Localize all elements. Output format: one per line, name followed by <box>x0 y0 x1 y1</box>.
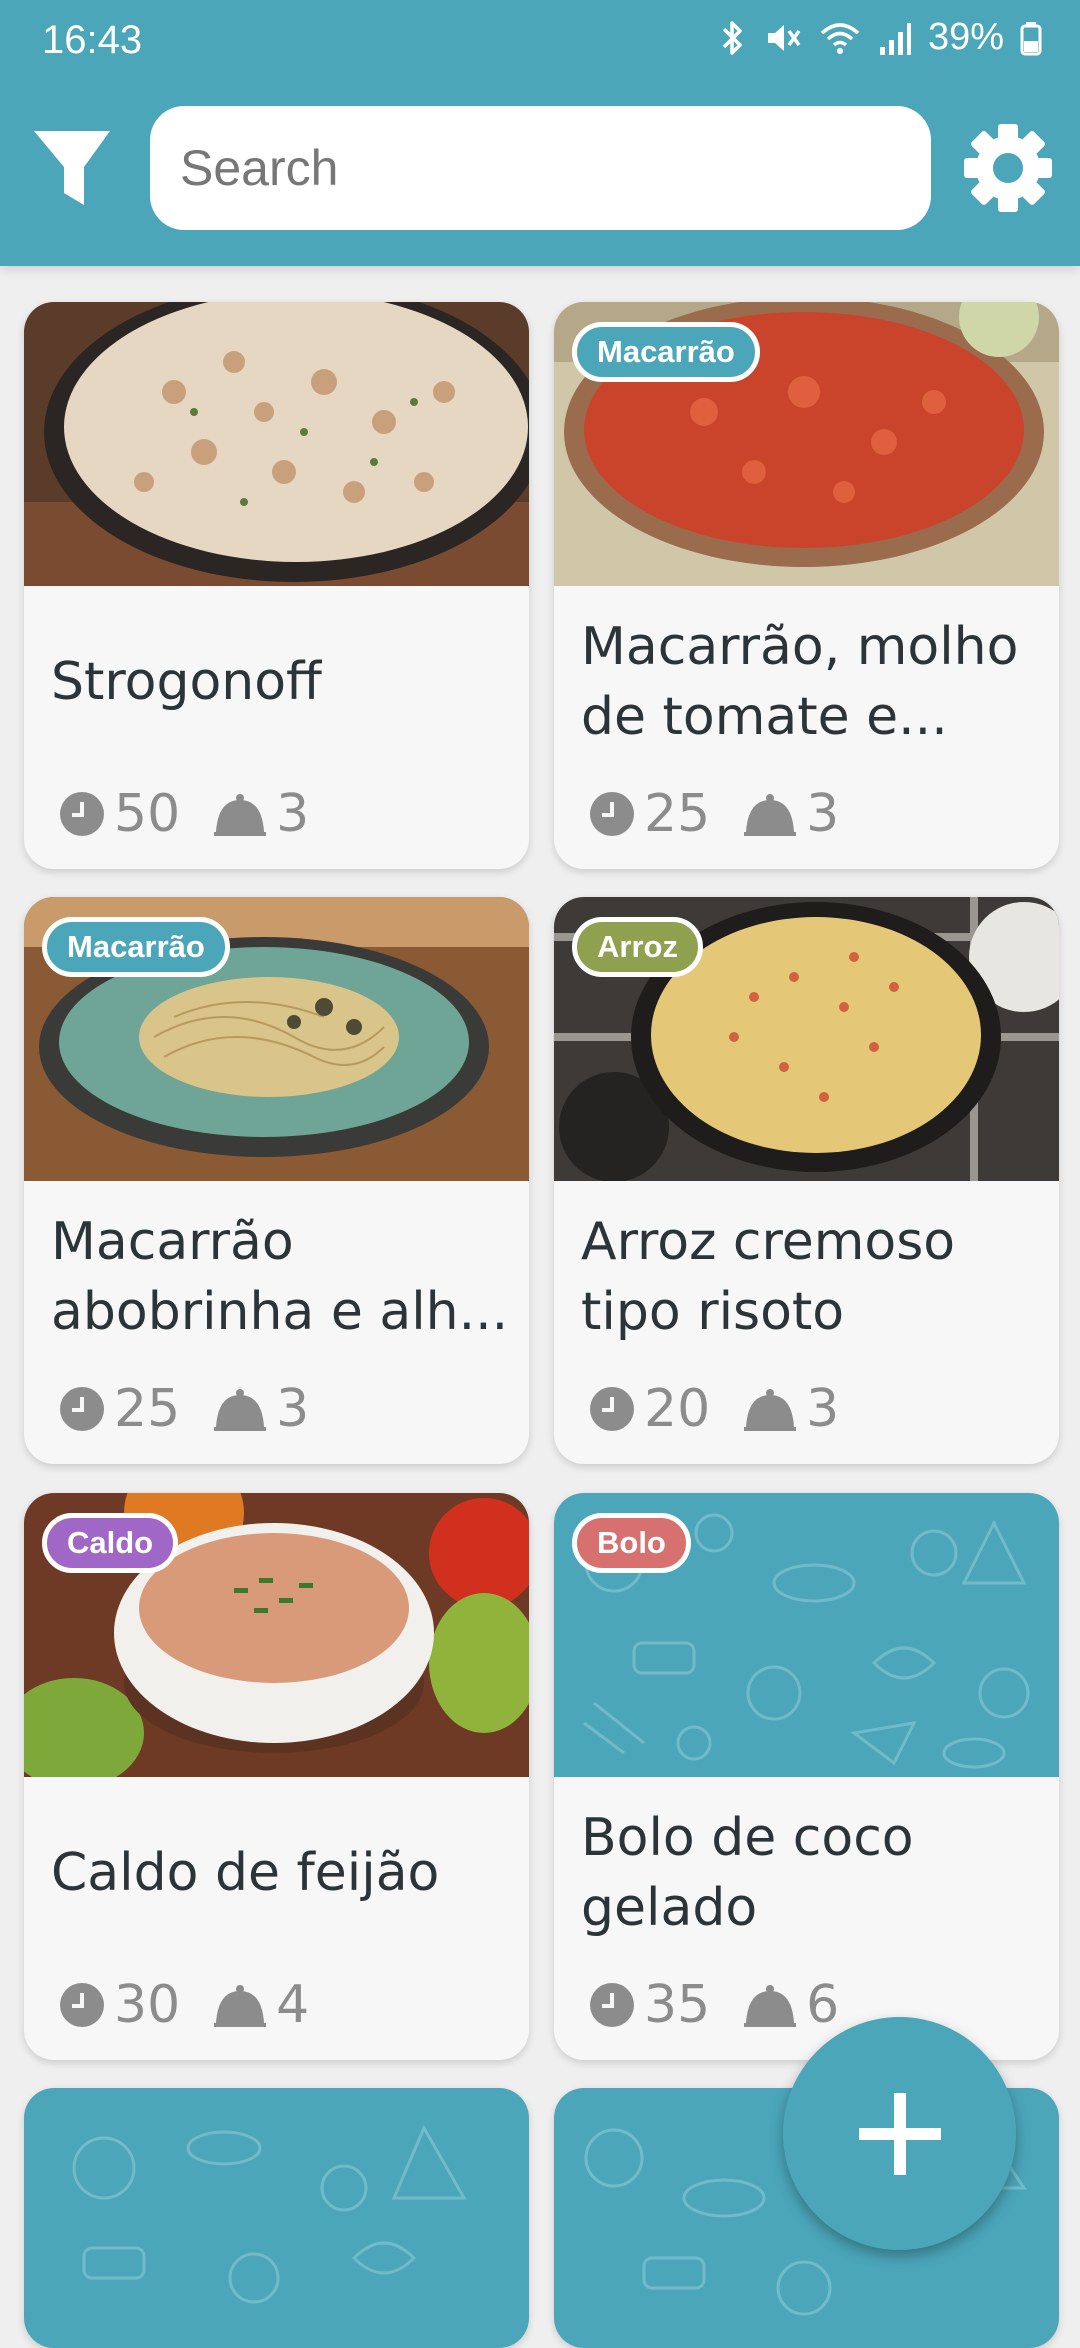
filter-icon <box>34 131 110 205</box>
recipe-servings: 3 <box>276 1379 310 1439</box>
cloche-icon <box>214 1389 267 1431</box>
recipe-title: Caldo de feijão <box>51 1843 440 1903</box>
category-badge: Bolo <box>572 1513 691 1573</box>
mute-icon <box>767 24 801 51</box>
battery-icon <box>1020 21 1042 55</box>
recipe-time: 50 <box>114 784 181 844</box>
cloche-icon <box>214 1985 267 2027</box>
recipe-time: 30 <box>114 1975 181 2035</box>
recipe-meta: 30 4 <box>58 1973 341 2037</box>
clock-icon <box>60 1983 104 2027</box>
category-badge: Macarrão <box>42 917 230 977</box>
category-badge: Caldo <box>42 1513 179 1573</box>
search-input[interactable] <box>178 138 931 198</box>
recipe-time: 20 <box>644 1379 711 1439</box>
settings-button[interactable] <box>962 122 1054 214</box>
add-recipe-button[interactable] <box>783 2017 1016 2250</box>
recipe-card[interactable]: Strogonoff 50 3 <box>24 302 529 869</box>
cloche-icon <box>744 794 797 836</box>
recipe-time: 35 <box>644 1975 711 2035</box>
gear-icon <box>964 124 1052 212</box>
recipe-title: Macarrão abobrinha e alh... <box>51 1212 509 1342</box>
recipe-title: Strogonoff <box>51 652 322 712</box>
recipe-meta: 25 3 <box>588 782 871 846</box>
category-badge: Macarrão <box>572 322 760 382</box>
wifi-icon <box>820 22 860 54</box>
recipe-card[interactable]: Caldo Caldo de feijão 30 4 <box>24 1493 529 2060</box>
app-header: 16:43 39% <box>0 0 1080 266</box>
recipe-servings: 3 <box>806 1379 840 1439</box>
recipe-title: Bolo de coco gelado <box>581 1808 914 1938</box>
bluetooth-icon <box>722 20 742 55</box>
recipe-meta: 20 3 <box>588 1377 871 1441</box>
recipe-meta: 25 3 <box>58 1377 341 1441</box>
filter-button[interactable] <box>30 125 114 209</box>
recipe-meta: 35 6 <box>588 1973 871 2037</box>
recipe-title: Macarrão, molho de tomate e... <box>581 617 1019 747</box>
recipe-time: 25 <box>114 1379 181 1439</box>
recipe-image <box>24 302 529 586</box>
clock-icon <box>590 1387 634 1431</box>
clock-icon <box>590 1983 634 2027</box>
status-icons: 39% <box>718 16 1042 59</box>
battery-percent: 39% <box>927 16 1004 58</box>
recipe-title: Arroz cremoso tipo risoto <box>581 1212 956 1342</box>
clock-icon <box>60 1387 104 1431</box>
status-time: 16:43 <box>42 18 143 62</box>
category-badge: Arroz <box>572 917 703 977</box>
recipe-meta: 50 3 <box>58 782 341 846</box>
recipe-card[interactable]: Macarrão Macarrão, molho de tomate e... … <box>554 302 1059 869</box>
cloche-icon <box>744 1389 797 1431</box>
recipe-placeholder-image <box>24 2088 529 2348</box>
signal-icon <box>879 22 911 55</box>
recipe-servings: 3 <box>806 784 840 844</box>
recipe-card[interactable]: Bolo Bolo de coco gelado 35 6 <box>554 1493 1059 2060</box>
recipe-servings: 3 <box>276 784 310 844</box>
recipe-servings: 6 <box>806 1975 840 2035</box>
clock-icon <box>590 792 634 836</box>
recipe-time: 25 <box>644 784 711 844</box>
recipe-card[interactable] <box>24 2088 529 2348</box>
search-box[interactable] <box>150 106 931 230</box>
cloche-icon <box>214 794 267 836</box>
recipe-card[interactable]: Arroz Arroz cremoso tipo risoto 20 3 <box>554 897 1059 1464</box>
clock-icon <box>60 792 104 836</box>
cloche-icon <box>744 1985 797 2027</box>
plus-icon <box>858 2092 941 2175</box>
recipe-servings: 4 <box>276 1975 310 2035</box>
recipe-card[interactable]: Macarrão Macarrão abobrinha e alh... 25 … <box>24 897 529 1464</box>
